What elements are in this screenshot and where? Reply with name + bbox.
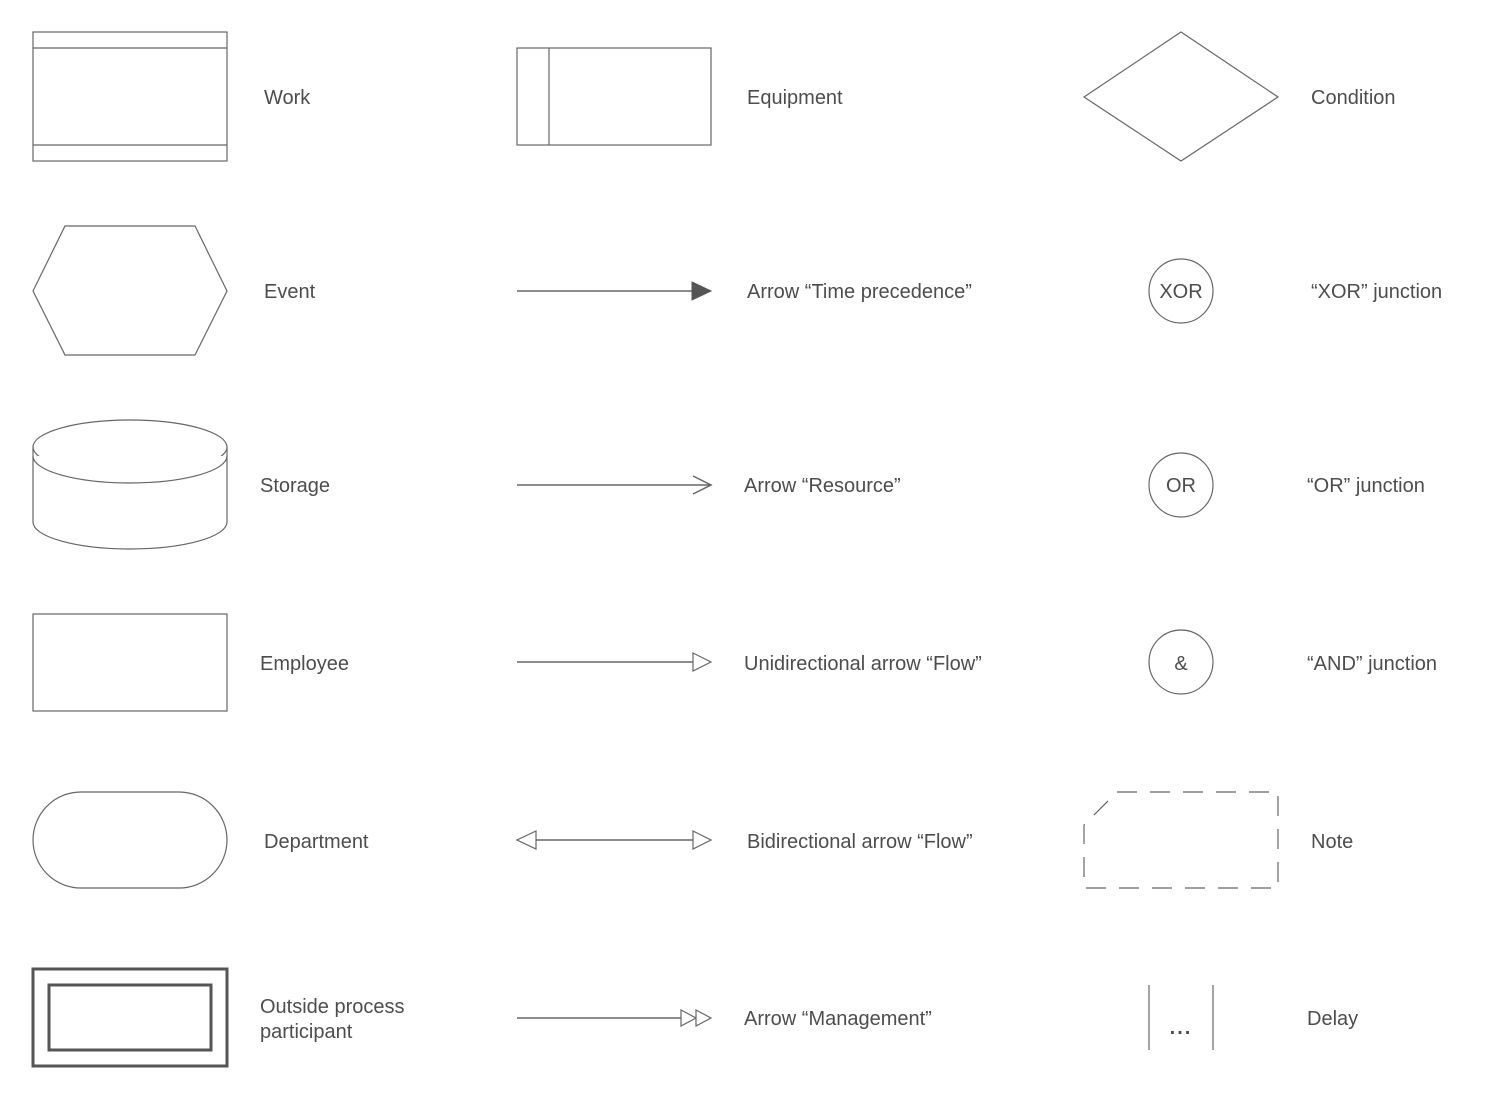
department-label: Department (264, 831, 369, 853)
arrow-resource-label: Arrow “Resource” (744, 475, 901, 497)
condition-label: Condition (1311, 87, 1396, 109)
employee-label: Employee (260, 653, 349, 675)
equipment-shape (516, 47, 712, 146)
xor-symbol: XOR (1159, 281, 1202, 303)
management-arrow (517, 1009, 713, 1027)
note-shape (1083, 791, 1279, 889)
or-symbol: OR (1166, 475, 1196, 497)
storage-label: Storage (260, 475, 330, 497)
delay-label: Delay (1307, 1008, 1358, 1030)
work-label: Work (264, 87, 311, 109)
xor-junction-label: “XOR” junction (1311, 281, 1442, 303)
arrow-time-label: Arrow “Time precedence” (747, 281, 972, 303)
time-precedence-arrow (517, 281, 713, 301)
storage-shape (32, 419, 228, 550)
department-shape (32, 791, 228, 889)
outside-participant-shape (31, 967, 229, 1068)
delay-shape: ... (1148, 985, 1214, 1050)
work-shape (32, 31, 228, 162)
and-junction-shape: & (1148, 629, 1214, 695)
outside-label-line2: participant (260, 1021, 353, 1043)
condition-shape (1082, 31, 1280, 162)
or-junction-shape: OR (1148, 452, 1214, 518)
legend-diagram: Work Equipment Condition Event Arrow “Ti… (31, 31, 1442, 1068)
arrow-management-label: Arrow “Management” (744, 1008, 932, 1030)
note-label: Note (1311, 831, 1353, 853)
or-junction-label: “OR” junction (1307, 475, 1425, 497)
event-label: Event (264, 281, 316, 303)
and-junction-label: “AND” junction (1307, 653, 1437, 675)
unidirectional-flow-arrow (517, 652, 713, 672)
employee-shape (32, 613, 228, 712)
bidirectional-flow-arrow (515, 830, 713, 850)
resource-arrow (517, 475, 713, 495)
uni-flow-label: Unidirectional arrow “Flow” (744, 653, 982, 675)
xor-junction-shape: XOR (1148, 258, 1214, 324)
delay-dots: ... (1170, 1017, 1193, 1039)
event-shape (32, 225, 228, 356)
outside-label-line1: Outside process (260, 996, 405, 1018)
bi-flow-label: Bidirectional arrow “Flow” (747, 831, 973, 853)
and-symbol: & (1174, 653, 1188, 675)
equipment-label: Equipment (747, 87, 843, 109)
